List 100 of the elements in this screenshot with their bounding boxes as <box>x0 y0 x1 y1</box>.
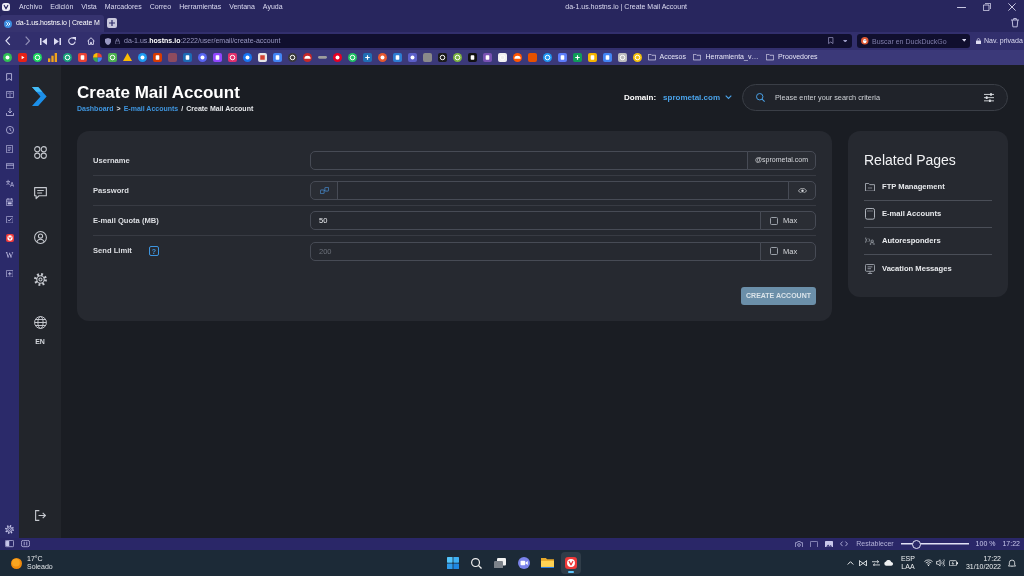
domain-dropdown[interactable]: sprometal.com <box>663 92 732 103</box>
close-icon[interactable] <box>1008 3 1016 11</box>
user-icon[interactable] <box>33 230 47 244</box>
download-icon[interactable] <box>5 108 14 117</box>
favicon-icon[interactable] <box>302 53 312 62</box>
add-panel-icon[interactable] <box>5 269 14 278</box>
cloud-icon[interactable] <box>883 560 893 566</box>
new-tab-button[interactable] <box>106 18 117 28</box>
globe-icon[interactable] <box>33 315 47 329</box>
reload-icon[interactable] <box>68 37 76 45</box>
document-icon[interactable] <box>6 144 13 153</box>
trash-icon[interactable] <box>1011 18 1019 28</box>
logout-icon[interactable] <box>34 509 46 521</box>
app-logo-icon[interactable] <box>2 3 10 11</box>
favicon-icon[interactable] <box>32 53 42 62</box>
arrows-icon[interactable] <box>871 559 880 567</box>
tiles-icon[interactable] <box>20 540 30 548</box>
filter-icon[interactable] <box>984 93 994 103</box>
sidebar-toggle-icon[interactable] <box>4 540 14 548</box>
favicon-icon[interactable] <box>242 53 252 62</box>
favicon-icon[interactable] <box>407 53 417 62</box>
favicon-icon[interactable] <box>572 53 582 62</box>
favicon-icon[interactable] <box>452 53 462 62</box>
favicon-icon[interactable] <box>557 53 567 62</box>
caret-icon[interactable] <box>961 39 966 42</box>
favicon-icon[interactable] <box>617 53 627 62</box>
favicon-icon[interactable] <box>92 53 102 62</box>
favicon-icon[interactable] <box>227 53 237 62</box>
favicon-icon[interactable] <box>212 53 222 62</box>
code-icon[interactable] <box>840 541 849 547</box>
favicon-icon[interactable] <box>17 53 27 62</box>
skip-back-icon[interactable] <box>40 37 47 45</box>
favicon-icon[interactable] <box>362 53 372 62</box>
eye-icon <box>797 187 807 194</box>
favicon-icon[interactable] <box>257 53 267 62</box>
taskbar-button[interactable] <box>561 552 582 574</box>
password-field[interactable] <box>337 181 789 200</box>
favicon-icon[interactable] <box>287 53 297 62</box>
favicon-icon[interactable] <box>107 53 117 62</box>
favicon-icon[interactable] <box>437 53 447 62</box>
logo-icon[interactable] <box>31 87 49 106</box>
caret-icon[interactable] <box>842 39 847 43</box>
favicon-icon[interactable] <box>2 53 12 62</box>
bell-icon[interactable] <box>1008 558 1016 568</box>
favicon-icon[interactable] <box>482 53 492 62</box>
search-engine-icon[interactable] <box>861 37 869 45</box>
favicon-icon[interactable] <box>587 53 597 62</box>
chevron-up-icon[interactable] <box>846 560 854 566</box>
calendar-icon[interactable] <box>5 197 14 206</box>
search-icon <box>756 93 765 102</box>
favicon-icon[interactable] <box>272 53 282 62</box>
favicon-icon[interactable] <box>512 53 522 62</box>
settings-icon[interactable] <box>33 272 47 286</box>
forward-icon[interactable] <box>24 36 30 46</box>
favicon-icon[interactable] <box>602 53 612 62</box>
sun-icon[interactable] <box>10 557 22 569</box>
app-tile-icon[interactable] <box>5 233 14 242</box>
chat-icon[interactable] <box>33 187 47 200</box>
slider-thumb[interactable] <box>912 539 922 549</box>
max-checkbox[interactable] <box>770 247 778 255</box>
restore-icon[interactable] <box>983 3 991 11</box>
checklist-icon[interactable] <box>5 215 14 224</box>
window-icon[interactable] <box>810 540 819 548</box>
bowtie-icon[interactable] <box>858 559 867 567</box>
favicon-icon[interactable] <box>392 53 402 62</box>
card-icon[interactable] <box>5 163 14 170</box>
skip-forward-icon[interactable] <box>54 37 61 45</box>
shield-icon[interactable] <box>105 37 111 45</box>
wifi-icon[interactable] <box>923 559 933 567</box>
volume-icon[interactable] <box>935 559 945 567</box>
clock-icon[interactable] <box>5 126 14 135</box>
back-icon[interactable] <box>5 36 11 46</box>
max-checkbox[interactable] <box>770 216 778 225</box>
favicon-icon[interactable] <box>62 53 72 62</box>
minimize-icon[interactable] <box>957 6 966 8</box>
translate-icon[interactable] <box>5 179 14 188</box>
battery-icon[interactable] <box>948 559 958 567</box>
favicon-icon[interactable] <box>197 53 207 62</box>
settings-icon[interactable] <box>5 524 14 534</box>
bookmark-icon[interactable] <box>828 37 834 45</box>
video-chat-icon <box>517 557 530 569</box>
favicon-icon[interactable] <box>182 53 192 62</box>
browser-icon <box>565 557 578 569</box>
camera-icon[interactable] <box>795 540 804 548</box>
book-icon[interactable] <box>5 91 14 99</box>
web-panel-letter[interactable]: W <box>5 251 14 260</box>
generate-password-button[interactable] <box>310 181 338 200</box>
bookmark-icon[interactable] <box>6 73 13 82</box>
grid-icon[interactable] <box>33 146 47 160</box>
image-icon[interactable] <box>825 540 834 548</box>
home-icon[interactable] <box>87 37 95 45</box>
favicon-icon[interactable] <box>377 53 387 62</box>
favicon-icon[interactable] <box>497 53 507 62</box>
favicon-icon[interactable] <box>632 53 642 62</box>
show-password-button[interactable] <box>788 181 816 200</box>
text-field[interactable] <box>310 151 748 170</box>
favicon-icon[interactable] <box>77 53 87 62</box>
lock-icon[interactable] <box>115 37 120 45</box>
favicon-icon[interactable] <box>152 53 162 62</box>
favicon-icon[interactable] <box>467 53 477 62</box>
